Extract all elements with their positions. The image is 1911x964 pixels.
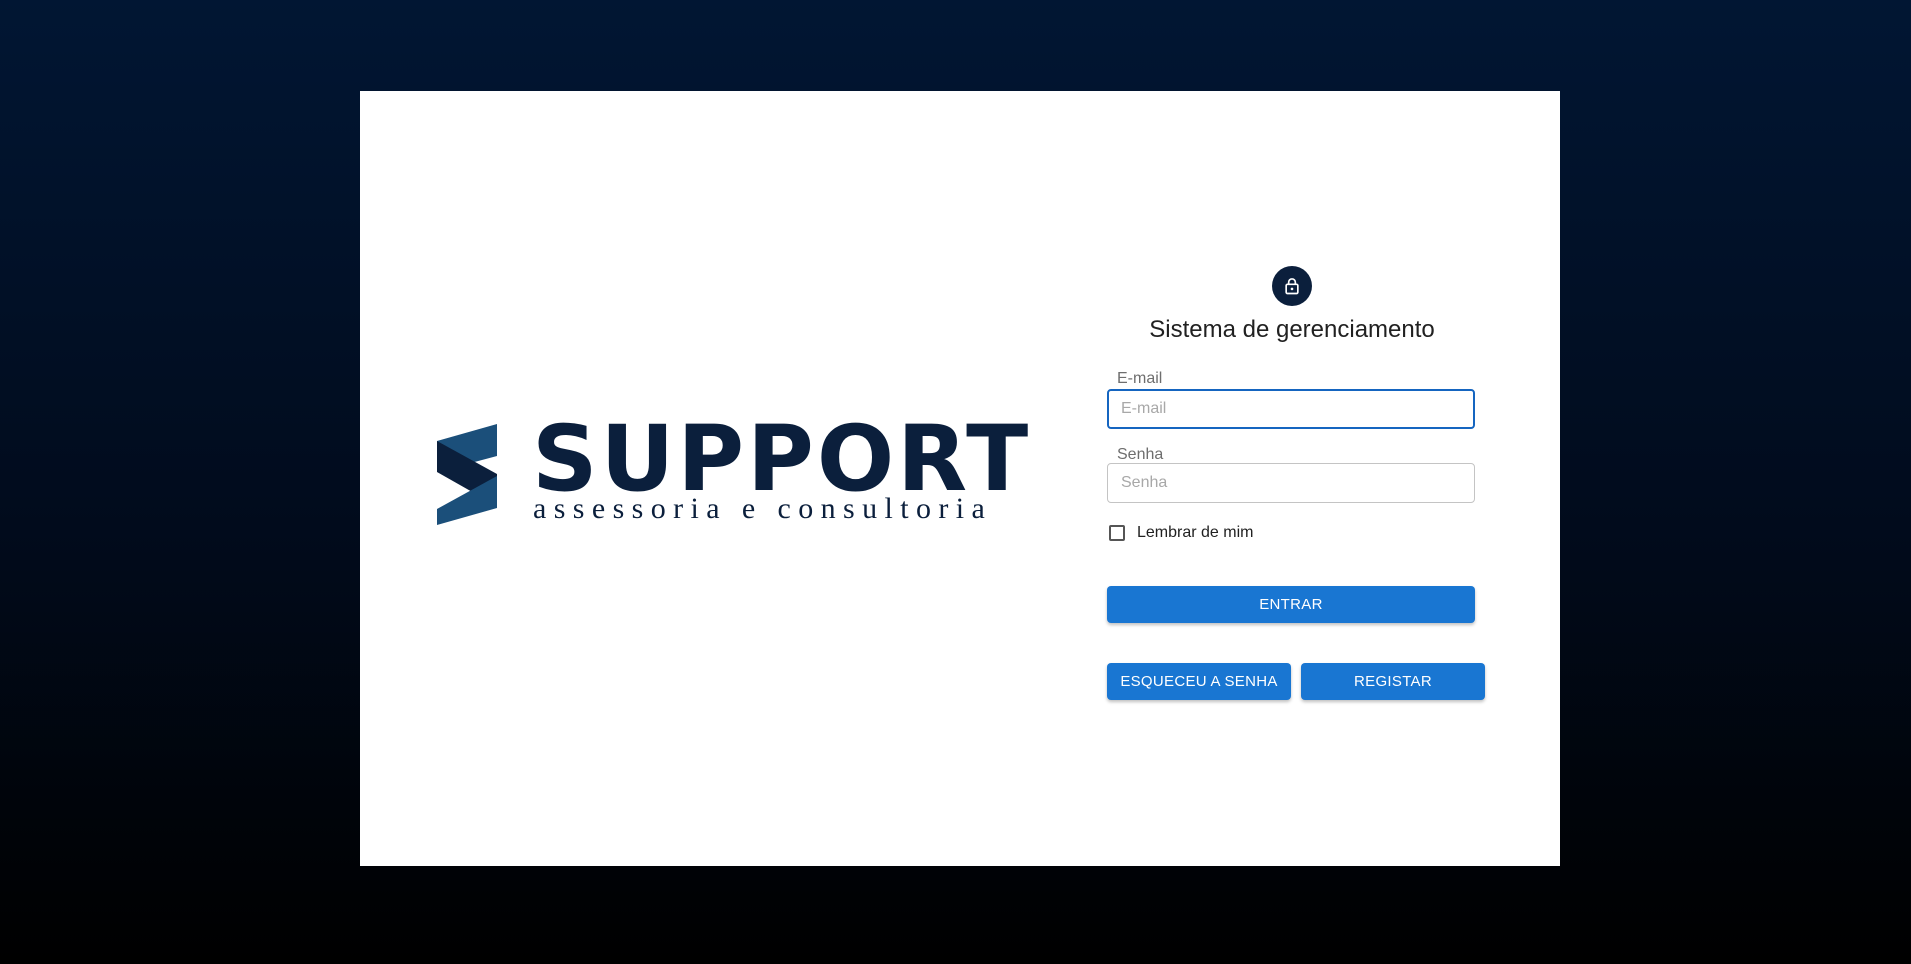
- password-label: Senha: [1117, 446, 1164, 463]
- page-title: Sistema de gerenciamento: [1149, 316, 1435, 343]
- password-field[interactable]: [1107, 463, 1475, 503]
- login-card: SUPPORT assessoria e consultoria Sistema…: [360, 91, 1560, 866]
- email-label: E-mail: [1117, 370, 1163, 387]
- register-button[interactable]: REGISTAR: [1301, 663, 1485, 700]
- email-field[interactable]: [1107, 389, 1475, 429]
- login-button[interactable]: ENTRAR: [1107, 586, 1475, 623]
- remember-checkbox[interactable]: [1109, 525, 1125, 541]
- remember-me[interactable]: Lembrar de mim: [1109, 524, 1253, 542]
- logo-tagline: assessoria e consultoria: [533, 492, 993, 525]
- forgot-password-button[interactable]: ESQUECEU A SENHA: [1107, 663, 1291, 700]
- lock-avatar: [1272, 266, 1312, 306]
- support-logo-mark: [437, 424, 497, 525]
- remember-label: Lembrar de mim: [1137, 524, 1254, 541]
- lock-icon: [1285, 278, 1299, 295]
- support-logo: SUPPORT assessoria e consultoria: [435, 414, 1028, 534]
